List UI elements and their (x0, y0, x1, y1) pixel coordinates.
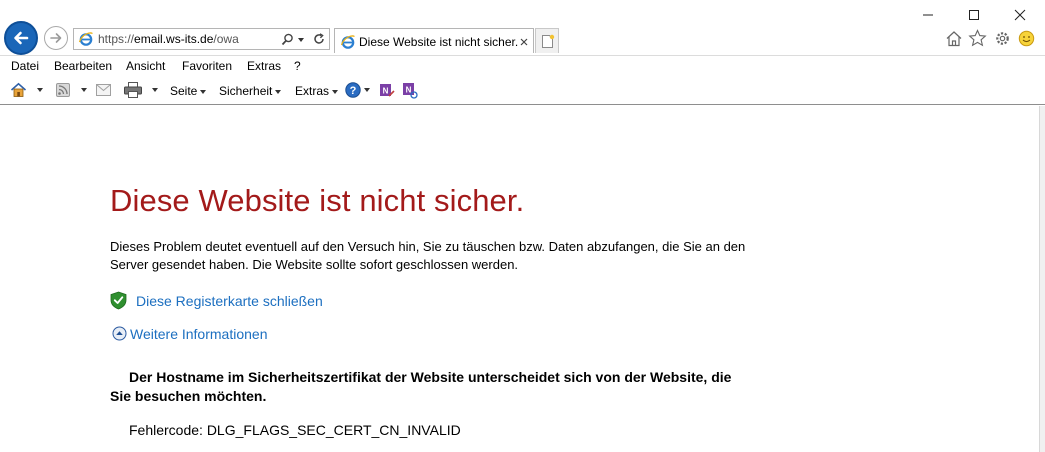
maximize-icon[interactable] (968, 9, 980, 21)
svg-text:N: N (406, 86, 412, 95)
tab-title: Diese Website ist nicht sicher. (359, 35, 519, 49)
minimize-icon[interactable] (922, 9, 934, 21)
home-dropdown-icon[interactable] (37, 88, 43, 92)
gear-icon[interactable] (994, 30, 1011, 47)
chevron-down-icon (275, 89, 282, 94)
menu-item-favorites[interactable]: Favoriten (182, 59, 232, 73)
page-menu-label: Seite (170, 84, 198, 98)
command-bar: Seite Sicherheit Extras ? N N (0, 76, 1045, 105)
close-icon[interactable] (1014, 9, 1026, 21)
ie-logo-icon (78, 32, 93, 46)
chevron-down-icon (200, 89, 207, 94)
forward-button[interactable] (44, 26, 68, 50)
url-prefix: https:// (98, 32, 135, 46)
new-tab-icon (542, 34, 555, 48)
vertical-scrollbar[interactable] (1039, 106, 1045, 452)
menu-item-file[interactable]: Datei (11, 59, 39, 73)
menu-item-edit[interactable]: Bearbeiten (54, 59, 112, 73)
page-content: Diese Website ist nicht sicher. Dieses P… (0, 106, 1045, 452)
rss-feed-icon[interactable] (56, 83, 70, 97)
address-url[interactable]: https://email.ws-its.de/owa (98, 32, 239, 46)
onenote-icon[interactable]: N (379, 82, 395, 98)
tools-menu-button[interactable]: Extras (295, 84, 339, 98)
svg-text:N: N (383, 87, 389, 96)
ie-logo-icon (340, 35, 355, 49)
favorites-star-icon[interactable] (968, 29, 987, 47)
url-path: /owa (213, 32, 239, 46)
hostname-mismatch-text: Der Hostname im Sicherheitszertifikat de… (110, 369, 732, 404)
tab-close-icon[interactable] (520, 38, 528, 46)
new-tab-button[interactable] (535, 28, 559, 53)
search-dropdown-icon[interactable] (298, 38, 304, 42)
menu-bar: Datei Bearbeiten Ansicht Favoriten Extra… (0, 55, 1045, 76)
close-tab-link[interactable]: Diese Registerkarte schließen (136, 293, 323, 309)
mail-icon[interactable] (96, 84, 111, 96)
print-icon[interactable] (124, 82, 142, 98)
expand-up-arrow-icon[interactable] (112, 326, 127, 341)
forward-arrow-icon (50, 33, 62, 43)
error-code: Fehlercode: DLG_FLAGS_SEC_CERT_CN_INVALI… (129, 422, 461, 438)
menu-item-view[interactable]: Ansicht (126, 59, 165, 73)
url-host: email.ws-its.de (134, 32, 214, 46)
svg-text:?: ? (350, 85, 357, 97)
menu-item-tools[interactable]: Extras (247, 59, 281, 73)
tab-active[interactable]: Diese Website ist nicht sicher. (334, 28, 534, 53)
hostname-mismatch-message: Der Hostname im Sicherheitszertifikat de… (110, 368, 750, 406)
print-dropdown-icon[interactable] (152, 88, 158, 92)
chevron-down-icon (332, 89, 339, 94)
security-menu-label: Sicherheit (219, 84, 273, 98)
tools-menu-label: Extras (295, 84, 330, 98)
home-icon[interactable] (10, 82, 27, 98)
home-icon[interactable] (945, 30, 963, 47)
help-icon[interactable]: ? (345, 82, 361, 98)
help-dropdown-icon[interactable] (364, 88, 370, 92)
address-bar[interactable]: https://email.ws-its.de/owa (73, 28, 330, 50)
back-button[interactable] (4, 21, 38, 55)
more-info-link[interactable]: Weitere Informationen (130, 326, 267, 342)
warning-description: Dieses Problem deutet eventuell auf den … (110, 239, 746, 272)
page-title: Diese Website ist nicht sicher. (110, 183, 525, 218)
refresh-icon[interactable] (312, 32, 326, 46)
back-arrow-icon (14, 31, 29, 45)
smiley-icon[interactable] (1018, 30, 1035, 47)
feed-dropdown-icon[interactable] (81, 88, 87, 92)
search-icon[interactable] (281, 33, 294, 46)
onenote-linked-icon[interactable]: N (402, 82, 419, 99)
browser-top-bar: https://email.ws-its.de/owa Diese Websit… (0, 0, 1045, 55)
security-menu-button[interactable]: Sicherheit (219, 84, 282, 98)
menu-item-help[interactable]: ? (294, 59, 301, 73)
page-menu-button[interactable]: Seite (170, 84, 207, 98)
green-shield-check-icon (110, 291, 127, 310)
